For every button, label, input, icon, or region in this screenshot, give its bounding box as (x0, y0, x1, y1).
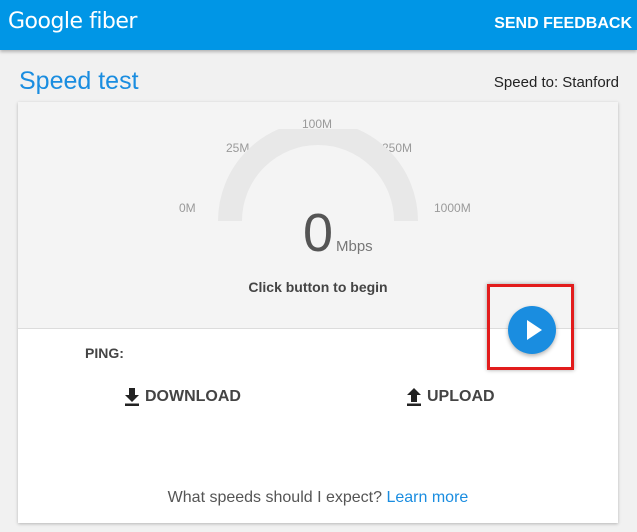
speed-unit: Mbps (336, 238, 373, 255)
download-icon (125, 388, 139, 406)
google-fiber-logo[interactable]: Google fiber (8, 9, 137, 34)
speed-value: 0 (303, 203, 334, 263)
gauge-tick-0m: 0M (179, 201, 196, 215)
footer-expectations: What speeds should I expect? Learn more (18, 489, 618, 507)
speed-to-server: Speed to: Stanford (493, 74, 619, 91)
download-metric: DOWNLOAD (124, 388, 241, 406)
start-test-button[interactable] (508, 306, 556, 354)
send-feedback-button[interactable]: SEND FEEDBACK (494, 15, 632, 33)
play-icon (527, 320, 542, 340)
upload-icon (407, 388, 421, 406)
download-label: DOWNLOAD (145, 388, 241, 405)
footer-question: What speeds should I expect? (167, 489, 383, 506)
upload-label: UPLOAD (427, 388, 495, 405)
learn-more-link[interactable]: Learn more (386, 489, 468, 506)
top-bar: Google fiber SEND FEEDBACK (0, 0, 637, 50)
gauge-tick-1000m: 1000M (434, 201, 471, 215)
speed-test-card: 0M 25M 100M 250M 1000M 0 Mbps Click butt… (18, 102, 618, 523)
page-title: Speed test (19, 67, 139, 95)
upload-metric: UPLOAD (406, 388, 495, 406)
ping-label: PING: (85, 345, 124, 361)
